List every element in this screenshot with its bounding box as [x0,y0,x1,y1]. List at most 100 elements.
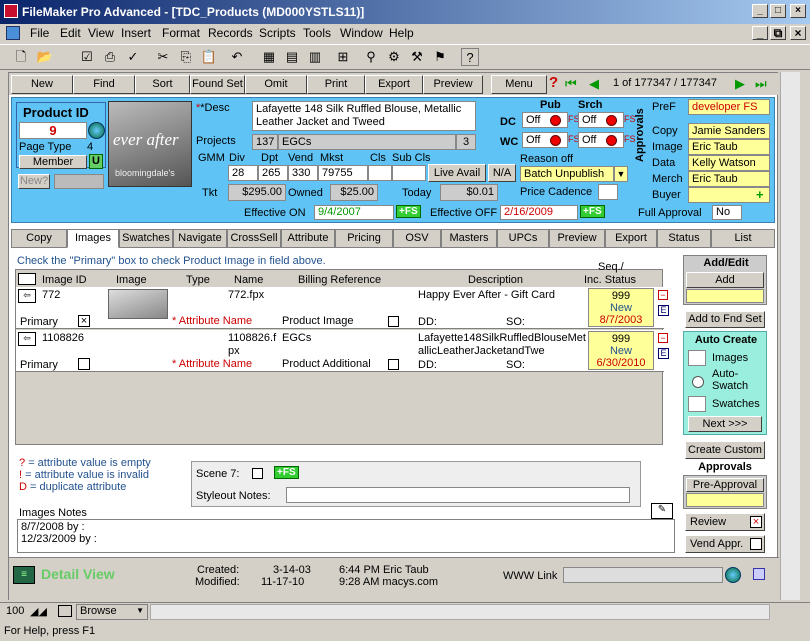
wc-srch-toggle[interactable]: Off [578,132,624,148]
menu-edit[interactable]: Edit [60,26,81,40]
next-record-icon[interactable]: ▶ [735,76,745,92]
full-approval-field[interactable]: No [712,205,742,220]
effective-on-field[interactable]: 9/4/2007 [314,205,394,220]
horizontal-scrollbar[interactable] [150,604,770,620]
add-buyer-icon[interactable]: + [756,187,764,202]
na-button[interactable]: N/A [488,164,516,182]
auto-swatch-radio[interactable] [692,376,704,388]
omit-icon[interactable]: ⚒ [408,48,426,66]
dpt-field[interactable]: 265 [258,165,288,181]
vend-appr-button[interactable]: Vend Appr. [685,535,765,553]
row-select-icon[interactable]: ⇦ [18,289,36,303]
prev-record-icon[interactable]: ◀ [589,76,599,92]
delete-row-icon[interactable]: − [658,290,668,300]
www-globe-icon[interactable] [725,567,741,583]
primary-checkbox[interactable] [78,358,90,370]
found-set-button[interactable]: Found Set [190,75,245,94]
replace-icon[interactable]: ⚑ [431,48,449,66]
scene-fs-button[interactable]: +FS [274,466,299,479]
billing-project-cell[interactable]: EGCs [282,332,311,344]
find-button[interactable]: Find [73,75,135,94]
add-button[interactable]: Add [686,272,764,288]
tab-images[interactable]: Images [67,229,119,248]
sort-button[interactable]: Sort [135,75,190,94]
image-thumbnail[interactable] [108,289,168,319]
print-icon[interactable]: ⎙ [101,48,119,66]
tab-osv[interactable]: OSV [393,229,441,248]
paste-icon[interactable]: 📋 [200,48,218,66]
tab-upcs[interactable]: UPCs [497,229,549,248]
member-flag[interactable]: U [89,154,103,169]
add-to-found-set-button[interactable]: Add to Fnd Set [685,311,765,328]
globe-icon[interactable] [88,122,105,139]
minimize-button[interactable]: _ [752,4,768,18]
create-custom-button[interactable]: Create Custom [685,441,765,459]
effective-off-field[interactable]: 2/16/2009 [500,205,578,220]
print-button[interactable]: Print [307,75,365,94]
new-query-button[interactable]: New? [18,174,50,189]
billing-checkbox[interactable] [388,358,399,370]
images-notes-field[interactable]: 8/7/2008 by : 12/23/2009 by : [17,519,675,553]
menu-button[interactable]: Menu [491,75,547,94]
image-id-cell[interactable]: 772 [42,289,60,301]
reason-dropdown-icon[interactable]: ▼ [614,166,628,182]
maximize-button[interactable]: □ [770,4,786,18]
billing-cell[interactable]: Product Additional [282,358,371,370]
menu-window[interactable]: Window [340,26,383,40]
zoom-level[interactable]: 100 [6,605,24,617]
status-cell[interactable]: 999 New 8/7/2003 [588,288,654,327]
tab-navigate[interactable]: Navigate [173,229,227,248]
menu-tools[interactable]: Tools [303,26,331,40]
tab-copy[interactable]: Copy [11,229,67,248]
copy-icon[interactable]: ⎘ [177,48,195,66]
tab-status[interactable]: Status [657,229,711,248]
price-cadence-field[interactable] [598,184,618,200]
notes-edit-icon[interactable]: ✎ [651,503,673,519]
menu-file[interactable]: File [30,26,49,40]
billing-checkbox[interactable] [388,315,399,327]
preview-button[interactable]: Preview [423,75,483,94]
vertical-scrollbar[interactable] [780,72,800,600]
www-link-field[interactable] [563,567,723,583]
save-icon[interactable]: ☑ [78,48,96,66]
billing-cell[interactable]: Product Image [282,315,354,327]
pre-approval-field[interactable] [686,493,764,507]
help-icon[interactable]: ? [461,48,479,66]
add-field[interactable] [686,289,764,303]
next-button[interactable]: Next >>> [688,416,762,432]
tab-list[interactable]: List [711,229,775,248]
live-avail-button[interactable]: Live Avail [428,164,486,182]
footer-small-icon[interactable] [753,568,765,580]
close-button[interactable]: × [790,4,806,18]
mkst-field[interactable]: 79755 [318,165,368,181]
omit-button[interactable]: Omit [245,75,307,94]
description-cell[interactable]: Happy Ever After - Gift Card [418,289,588,301]
menu-help[interactable]: Help [389,26,414,40]
status-toggle-icon[interactable] [58,605,72,617]
new-file-icon[interactable]: 🗋 [12,48,30,66]
show-all-icon[interactable]: ⚙ [385,48,403,66]
primary-checkbox[interactable]: × [78,315,90,327]
delete-record-icon[interactable]: ▥ [306,48,324,66]
last-record-icon[interactable]: ⏭ [755,76,767,92]
reason-off-field[interactable]: Batch Unpublish [520,166,614,182]
spellcheck-icon[interactable]: ✓ [124,48,142,66]
vend-field[interactable]: 330 [288,165,318,181]
wc-pub-toggle[interactable]: Off [522,132,568,148]
styleout-notes-field[interactable] [286,487,630,503]
effective-on-fs-button[interactable]: +FS [396,205,421,218]
mode-selector[interactable]: Browse ▼ [76,604,148,620]
help-question-icon[interactable]: ? [549,74,558,91]
copy-approval-field[interactable]: Jamie Sanders [688,123,770,139]
doc-close-button[interactable]: × [790,26,806,40]
projects-name[interactable]: EGCs [278,134,456,150]
name-cell[interactable]: 1108826.fpx [228,332,278,358]
dc-srch-toggle[interactable]: Off [578,112,624,128]
find-icon[interactable]: ⚲ [362,48,380,66]
tab-pricing[interactable]: Pricing [335,229,393,248]
pre-approval-button[interactable]: Pre-Approval [686,478,764,492]
status-cell[interactable]: 999 New 6/30/2010 [588,331,654,370]
data-approval-field[interactable]: Kelly Watson [688,155,770,171]
effective-off-fs-button[interactable]: +FS [580,205,605,218]
zoom-icons[interactable]: ◢◢ [30,605,47,618]
